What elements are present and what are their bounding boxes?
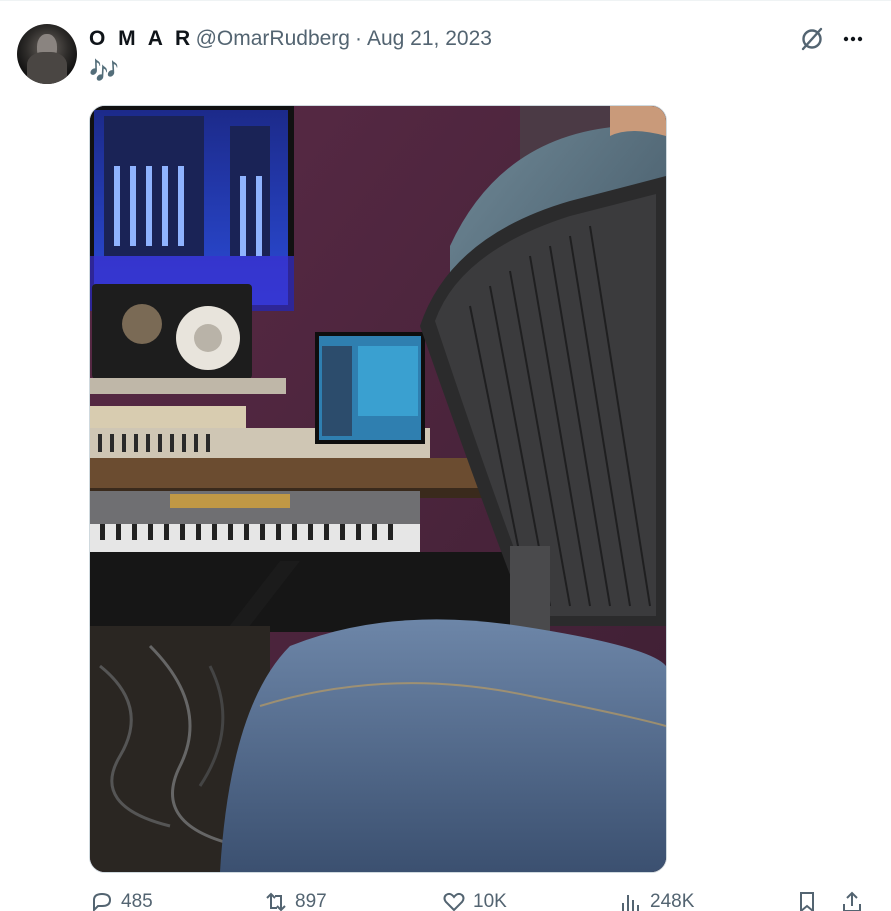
more-options-icon[interactable] <box>838 25 868 53</box>
retweet-icon <box>266 892 286 911</box>
tweet-photo[interactable] <box>89 105 667 873</box>
tweet-date[interactable]: Aug 21, 2023 <box>367 27 492 51</box>
share-button[interactable] <box>839 889 865 911</box>
reply-icon <box>93 892 112 911</box>
grok-icon[interactable] <box>799 26 825 52</box>
display-name[interactable]: O M A R <box>89 27 194 51</box>
retweet-button[interactable]: 897 <box>263 889 327 911</box>
share-icon <box>843 891 861 911</box>
reply-count: 485 <box>121 891 153 911</box>
tweet-card[interactable]: O M A R @OmarRudberg · Aug 21, 2023 🎶 48… <box>0 0 891 911</box>
retweet-count: 897 <box>295 891 327 911</box>
tweet-text: 🎶 <box>89 58 119 85</box>
header-separator: · <box>354 27 362 50</box>
tweet-actions: 485 897 10K 248K <box>89 889 879 911</box>
bookmark-icon <box>800 892 814 911</box>
avatar-hands <box>27 52 67 84</box>
views-count: 248K <box>650 891 695 911</box>
user-avatar[interactable] <box>17 24 77 84</box>
views-button[interactable]: 248K <box>618 889 694 911</box>
views-chart-icon <box>622 895 639 911</box>
reply-button[interactable]: 485 <box>89 889 153 911</box>
tweet-header: O M A R @OmarRudberg · Aug 21, 2023 <box>89 26 492 52</box>
like-button[interactable]: 10K <box>441 889 507 911</box>
user-handle[interactable]: @OmarRudberg <box>196 27 350 51</box>
studio-photo-illustration <box>90 106 666 872</box>
like-count: 10K <box>473 891 507 911</box>
bookmark-button[interactable] <box>794 889 820 911</box>
heart-icon <box>443 892 465 911</box>
